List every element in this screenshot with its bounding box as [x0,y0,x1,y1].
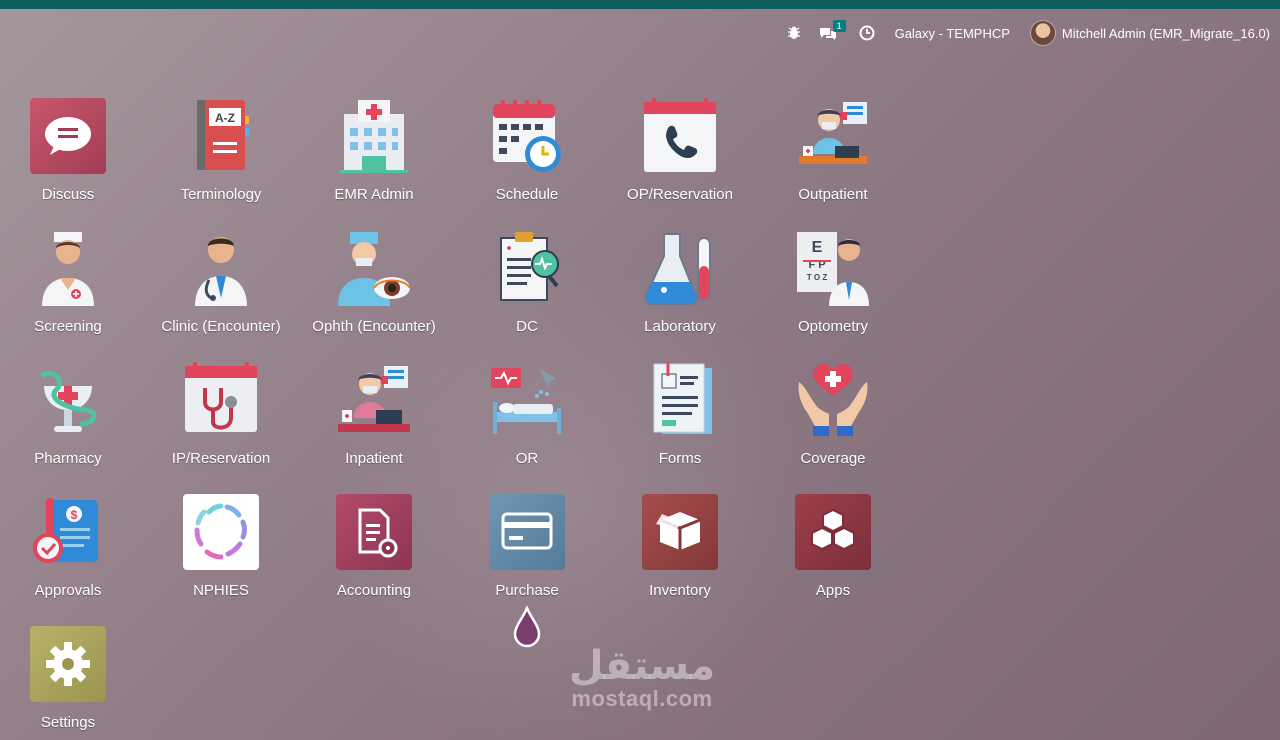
documents-icon [642,362,718,438]
app-label: Inpatient [345,450,403,467]
app-label: Forms [658,450,702,467]
nphies-logo-icon [183,494,259,570]
app-laboratory[interactable]: Laboratory [605,230,755,335]
user-name: Mitchell Admin (EMR_Migrate_16.0) [1061,25,1270,41]
bug-icon[interactable] [787,26,801,40]
app-label: Clinic (Encounter) [161,318,281,335]
app-purchase[interactable]: Purchase [452,494,602,599]
app-optometry[interactable]: EF PT O Z Optometry [758,230,908,335]
calendar-phone-icon [642,98,718,174]
app-or[interactable]: OR [452,362,602,467]
a-z-book-icon: A-Z [183,98,259,174]
messages-button[interactable]: 1 [819,19,846,41]
app-pharmacy[interactable]: Pharmacy [0,362,143,467]
credit-card-icon [489,494,565,570]
app-terminology[interactable]: A-Z Terminology [146,98,296,203]
app-label: Approvals [34,582,102,599]
bowl-of-hygieia-icon [30,362,106,438]
app-screening[interactable]: Screening [0,230,143,335]
svg-text:T O Z: T O Z [807,273,828,282]
app-approvals[interactable]: $ Approvals [0,494,143,599]
eye-chart-icon: EF PT O Z [795,230,871,306]
app-clinic-encounter[interactable]: Clinic (Encounter) [146,230,296,335]
company-name: Galaxy - TEMPHCP [894,25,1010,41]
app-inventory[interactable]: Inventory [605,494,755,599]
approved-document-icon: $ [30,494,106,570]
app-label: Apps [815,582,851,599]
svg-text:E: E [812,239,823,256]
app-label: OP/Reservation [627,186,733,203]
app-label: EMR Admin [334,186,414,203]
app-label: Terminology [180,186,262,203]
app-label: Laboratory [644,318,716,335]
cubes-icon [795,494,871,570]
clock-icon[interactable] [859,25,875,41]
droplet-cursor-icon [511,604,543,655]
messages-count-badge: 1 [832,19,846,32]
app-label: Pharmacy [34,450,102,467]
app-label: Ophth (Encounter) [312,318,436,335]
app-discuss[interactable]: Discuss [0,98,143,203]
watermark-arabic: مستقل [568,643,716,689]
flask-icon [642,230,718,306]
hands-heart-icon [795,362,871,438]
doctor-stethoscope-icon [183,230,259,306]
watermark: مستقل mostaql.com [562,646,722,712]
app-label: Discuss [41,186,95,203]
eye-doctor-icon [336,230,412,306]
app-label: Accounting [336,582,412,599]
clipboard-ecg-icon [489,230,565,306]
box-icon [642,494,718,570]
app-op-reservation[interactable]: OP/Reservation [605,98,755,203]
app-forms[interactable]: Forms [605,362,755,467]
app-schedule[interactable]: Schedule [452,98,602,203]
calendar-stethoscope-icon [183,362,259,438]
app-inpatient[interactable]: Inpatient [299,362,449,467]
app-ophth-encounter[interactable]: Ophth (Encounter) [299,230,449,335]
app-ip-reservation[interactable]: IP/Reservation [146,362,296,467]
app-label: Outpatient [798,186,868,203]
app-label: Optometry [797,318,869,335]
nurse-desk-icon [336,362,412,438]
chat-bubble-icon [30,98,106,174]
app-emr-admin[interactable]: EMR Admin [299,98,449,203]
app-label: Schedule [495,186,559,203]
app-label: Inventory [649,582,711,599]
app-label: IP/Reservation [171,450,271,467]
hospital-bed-icon [489,362,565,438]
nurse-icon [30,230,106,306]
svg-text:A-Z: A-Z [215,111,235,125]
app-nphies[interactable]: NPHIES [146,494,296,599]
nurse-desk-icon [795,98,871,174]
hospital-building-icon [336,98,412,174]
app-apps[interactable]: Apps [758,494,908,599]
app-settings[interactable]: Settings [0,626,143,731]
document-gear-icon [336,494,412,570]
user-menu[interactable]: Mitchell Admin (EMR_Migrate_16.0) [1029,20,1270,46]
svg-text:$: $ [71,508,78,522]
watermark-latin: mostaql.com [571,686,713,711]
top-accent-bar [0,0,1280,9]
app-label: Screening [34,318,102,335]
calendar-clock-icon [489,98,565,174]
app-label: Coverage [800,450,866,467]
app-label: DC [516,318,538,335]
app-label: Purchase [495,582,559,599]
gear-icon [30,626,106,702]
app-label: NPHIES [193,582,249,599]
app-outpatient[interactable]: Outpatient [758,98,908,203]
app-label: OR [515,450,539,467]
app-coverage[interactable]: Coverage [758,362,908,467]
app-accounting[interactable]: Accounting [299,494,449,599]
company-switcher[interactable]: Galaxy - TEMPHCP [895,26,1010,41]
app-dc[interactable]: DC [452,230,602,335]
avatar [1029,20,1056,46]
app-label: Settings [40,714,96,731]
systray: 1 Galaxy - TEMPHCP Mitchell Admin (EMR_M… [769,19,1270,46]
